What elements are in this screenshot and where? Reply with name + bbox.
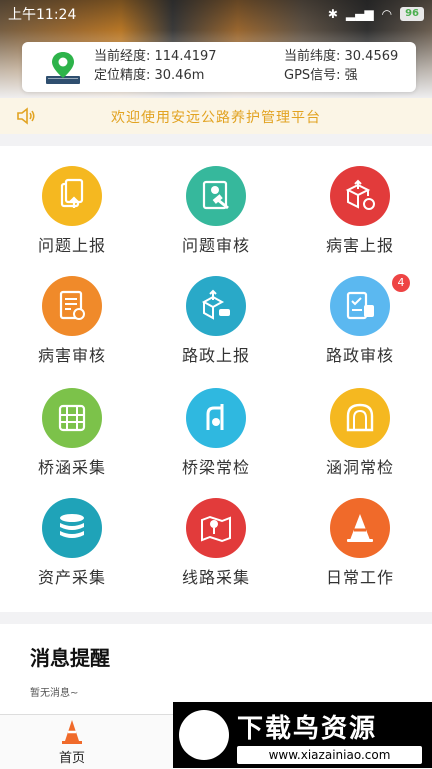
gps-info-card: 当前经度: 114.4197 当前纬度: 30.4569 定位精度: 30.46… <box>22 42 416 92</box>
report-upload-icon <box>42 166 102 226</box>
menu-item-road-admin-report[interactable]: 路政上报 <box>144 256 288 366</box>
road-admin-upload-icon <box>186 276 246 336</box>
watermark-title: 下载鸟资源 <box>237 714 378 744</box>
database-icon <box>42 498 102 558</box>
menu-item-disease-review[interactable]: 病害审核 <box>0 256 144 366</box>
menu-item-route-collect[interactable]: 线路采集 <box>144 478 288 588</box>
message-panel: 消息提醒 暂无消息~ <box>0 624 432 714</box>
notice-text: 欢迎使用安远公路养护管理平台 <box>111 110 321 126</box>
menu-item-bridge-inspect[interactable]: 桥梁常检 <box>144 368 288 478</box>
menu-item-label: 日常工作 <box>325 568 394 587</box>
tab-home-label: 首页 <box>58 751 85 766</box>
menu-item-label: 线路采集 <box>181 568 250 587</box>
bluetooth-icon: ✱ <box>327 7 338 21</box>
road-admin-review-icon <box>330 276 390 336</box>
menu-item-problem-report[interactable]: 问题上报 <box>0 146 144 256</box>
accuracy-text: 定位精度: 30.46m <box>94 68 205 83</box>
culvert-collect-icon <box>42 388 102 448</box>
menu-item-problem-review[interactable]: 问题审核 <box>144 146 288 256</box>
gps-signal-text: GPS信号: 强 <box>284 68 358 83</box>
bird-logo-icon <box>179 710 229 760</box>
wifi-icon: ◠ <box>381 7 393 21</box>
status-time: 上午11:24 <box>8 7 77 23</box>
status-bar: 上午11:24 ✱ ▂▄▆ ◠ 96 <box>0 0 432 28</box>
menu-item-label: 病害上报 <box>325 236 394 255</box>
menu-item-label: 桥梁常检 <box>181 458 250 477</box>
menu-item-label: 路政上报 <box>181 346 250 365</box>
signal-icon: ▂▄▆ <box>345 7 374 21</box>
function-grid: 问题上报 问题审核 病害上报 病害审核 路政上报 4 路政审核 桥涵采集 桥梁常… <box>0 146 432 612</box>
bridge-inspect-icon <box>186 388 246 448</box>
watermark-logo: 下载鸟资源 www.xiazainiao.com <box>173 702 432 768</box>
tunnel-inspect-icon <box>330 388 390 448</box>
map-icon <box>186 498 246 558</box>
menu-item-daily-work[interactable]: 日常工作 <box>288 478 432 588</box>
tab-home[interactable]: 首页 <box>40 715 104 769</box>
menu-item-road-admin-review[interactable]: 4 路政审核 <box>288 256 432 366</box>
menu-item-asset-collect[interactable]: 资产采集 <box>0 478 144 588</box>
longitude-text: 当前经度: 114.4197 <box>94 49 217 64</box>
notification-badge: 4 <box>392 274 410 292</box>
message-empty-text: 暂无消息~ <box>30 688 79 699</box>
message-title: 消息提醒 <box>30 646 110 670</box>
menu-item-label: 问题审核 <box>181 236 250 255</box>
menu-item-culvert-collect[interactable]: 桥涵采集 <box>0 368 144 478</box>
battery-indicator: 96 <box>400 7 424 21</box>
traffic-cone-icon <box>62 720 82 744</box>
location-pin-icon <box>46 52 80 84</box>
review-hammer-icon <box>186 166 246 226</box>
disease-upload-icon <box>330 166 390 226</box>
menu-item-label: 涵洞常检 <box>325 458 394 477</box>
traffic-cone-icon <box>330 498 390 558</box>
menu-item-label: 路政审核 <box>325 346 394 365</box>
latitude-text: 当前纬度: 30.4569 <box>284 49 399 64</box>
menu-item-tunnel-inspect[interactable]: 涵洞常检 <box>288 368 432 478</box>
menu-item-label: 病害审核 <box>37 346 106 365</box>
watermark-url: www.xiazainiao.com <box>237 746 422 764</box>
menu-item-label: 资产采集 <box>37 568 106 587</box>
disease-review-icon <box>42 276 102 336</box>
notice-bar: 欢迎使用安远公路养护管理平台 <box>0 98 432 134</box>
menu-item-label: 桥涵采集 <box>37 458 106 477</box>
menu-item-disease-report[interactable]: 病害上报 <box>288 146 432 256</box>
menu-item-label: 问题上报 <box>37 236 106 255</box>
status-icons: ✱ ▂▄▆ ◠ 96 <box>328 7 424 21</box>
